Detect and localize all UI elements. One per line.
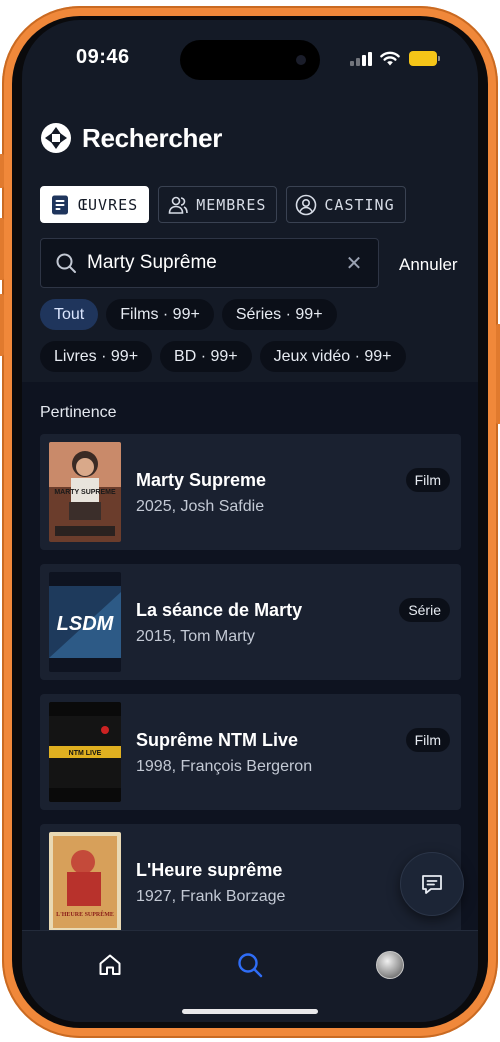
document-icon [52, 195, 68, 214]
poster-image: L'HEURE SUPRÊME [49, 832, 121, 930]
page-title: Rechercher [82, 122, 223, 153]
poster-image: MARTY SUPREME [49, 442, 121, 542]
result-card[interactable]: NTM LIVE Suprême NTM Live 1998, François… [40, 694, 461, 810]
result-meta: 1927, Frank Borzage [136, 888, 286, 905]
poster-title: MARTY SUPREME [54, 489, 116, 496]
filter-chip-series[interactable]: Séries · 99+ [221, 299, 337, 330]
poster-title: L'HEURE SUPRÊME [56, 910, 114, 918]
nav-profile[interactable] [360, 943, 420, 987]
poster-image: NTM LIVE [49, 702, 121, 802]
tab-casting[interactable]: CASTING [286, 186, 406, 223]
filter-chip-books[interactable]: Livres · 99+ [40, 341, 153, 372]
filter-chips-row: Livres · 99+ BD · 99+ Jeux vidéo · 99+ [40, 341, 470, 372]
tab-membres[interactable]: MEMBRES [158, 186, 278, 223]
nav-search[interactable] [220, 943, 280, 987]
status-time: 09:46 [76, 46, 130, 68]
result-title: La séance de Marty [136, 600, 303, 620]
search-field[interactable]: Marty Suprême ✕ [40, 238, 379, 288]
results-list[interactable]: Pertinence MARTY SUPREME Marty Supreme 2… [22, 382, 478, 930]
power-button [496, 324, 500, 424]
users-icon [168, 196, 188, 214]
result-meta: 2025, Josh Safdie [136, 498, 265, 515]
search-input[interactable]: Marty Suprême [87, 252, 344, 274]
filter-chip-games[interactable]: Jeux vidéo · 99+ [259, 341, 406, 372]
user-circle-icon [296, 194, 317, 215]
result-title: Suprême NTM Live [136, 730, 299, 750]
type-badge: Série [399, 598, 450, 622]
type-badge: Film [405, 728, 450, 752]
action-button [0, 154, 4, 188]
poster-title: LSDM [57, 613, 115, 635]
status-bar: 09:46 [22, 20, 478, 90]
filter-chips-row: Tout Films · 99+ Séries · 99+ [40, 299, 470, 330]
result-card[interactable]: L'HEURE SUPRÊME L'Heure suprême 1927, Fr… [40, 824, 461, 930]
volume-up-button [0, 218, 4, 280]
search-icon [238, 953, 263, 978]
category-tabs: ŒUVRES MEMBRES CASTING [40, 186, 406, 223]
poster-image: LSDM [49, 572, 121, 672]
header: Rechercher [40, 120, 222, 156]
clear-icon[interactable]: ✕ [344, 251, 364, 276]
section-label: Pertinence [40, 404, 117, 421]
search-icon [56, 253, 76, 273]
filter-chip-all[interactable]: Tout [40, 299, 99, 330]
result-card[interactable]: LSDM La séance de Marty 2015, Tom Marty … [40, 564, 461, 680]
cancel-button[interactable]: Annuler [399, 255, 458, 275]
home-icon [99, 954, 121, 975]
result-meta: 2015, Tom Marty [136, 628, 255, 645]
result-card[interactable]: MARTY SUPREME Marty Supreme 2025, Josh S… [40, 434, 461, 550]
avatar [376, 951, 404, 979]
nav-home[interactable] [80, 943, 140, 987]
chat-icon [422, 875, 442, 894]
feedback-chat-button[interactable] [400, 852, 464, 916]
result-title: Marty Supreme [136, 470, 267, 490]
screen: 09:46 Rechercher ŒUVRES MEMBRES CASTING … [22, 20, 478, 1022]
battery-icon [409, 51, 440, 66]
wifi-icon [380, 51, 400, 66]
tab-oeuvres[interactable]: ŒUVRES [40, 186, 150, 223]
volume-down-button [0, 294, 4, 356]
type-badge: Film [405, 468, 450, 492]
result-meta: 1998, François Bergeron [136, 758, 313, 775]
bottom-navigation [22, 930, 478, 1022]
tab-label: MEMBRES [196, 195, 267, 214]
filter-chip-films[interactable]: Films · 99+ [106, 299, 214, 330]
front-camera [296, 55, 306, 65]
result-title: L'Heure suprême [136, 860, 283, 880]
tab-label: ŒUVRES [78, 195, 139, 214]
aperture-logo-icon [41, 123, 71, 153]
dynamic-island [180, 40, 320, 80]
filter-chip-comics[interactable]: BD · 99+ [160, 341, 252, 372]
poster-title: NTM LIVE [69, 750, 102, 757]
cellular-signal-icon [350, 52, 374, 66]
tab-label: CASTING [324, 195, 395, 214]
home-indicator[interactable] [182, 1009, 318, 1014]
